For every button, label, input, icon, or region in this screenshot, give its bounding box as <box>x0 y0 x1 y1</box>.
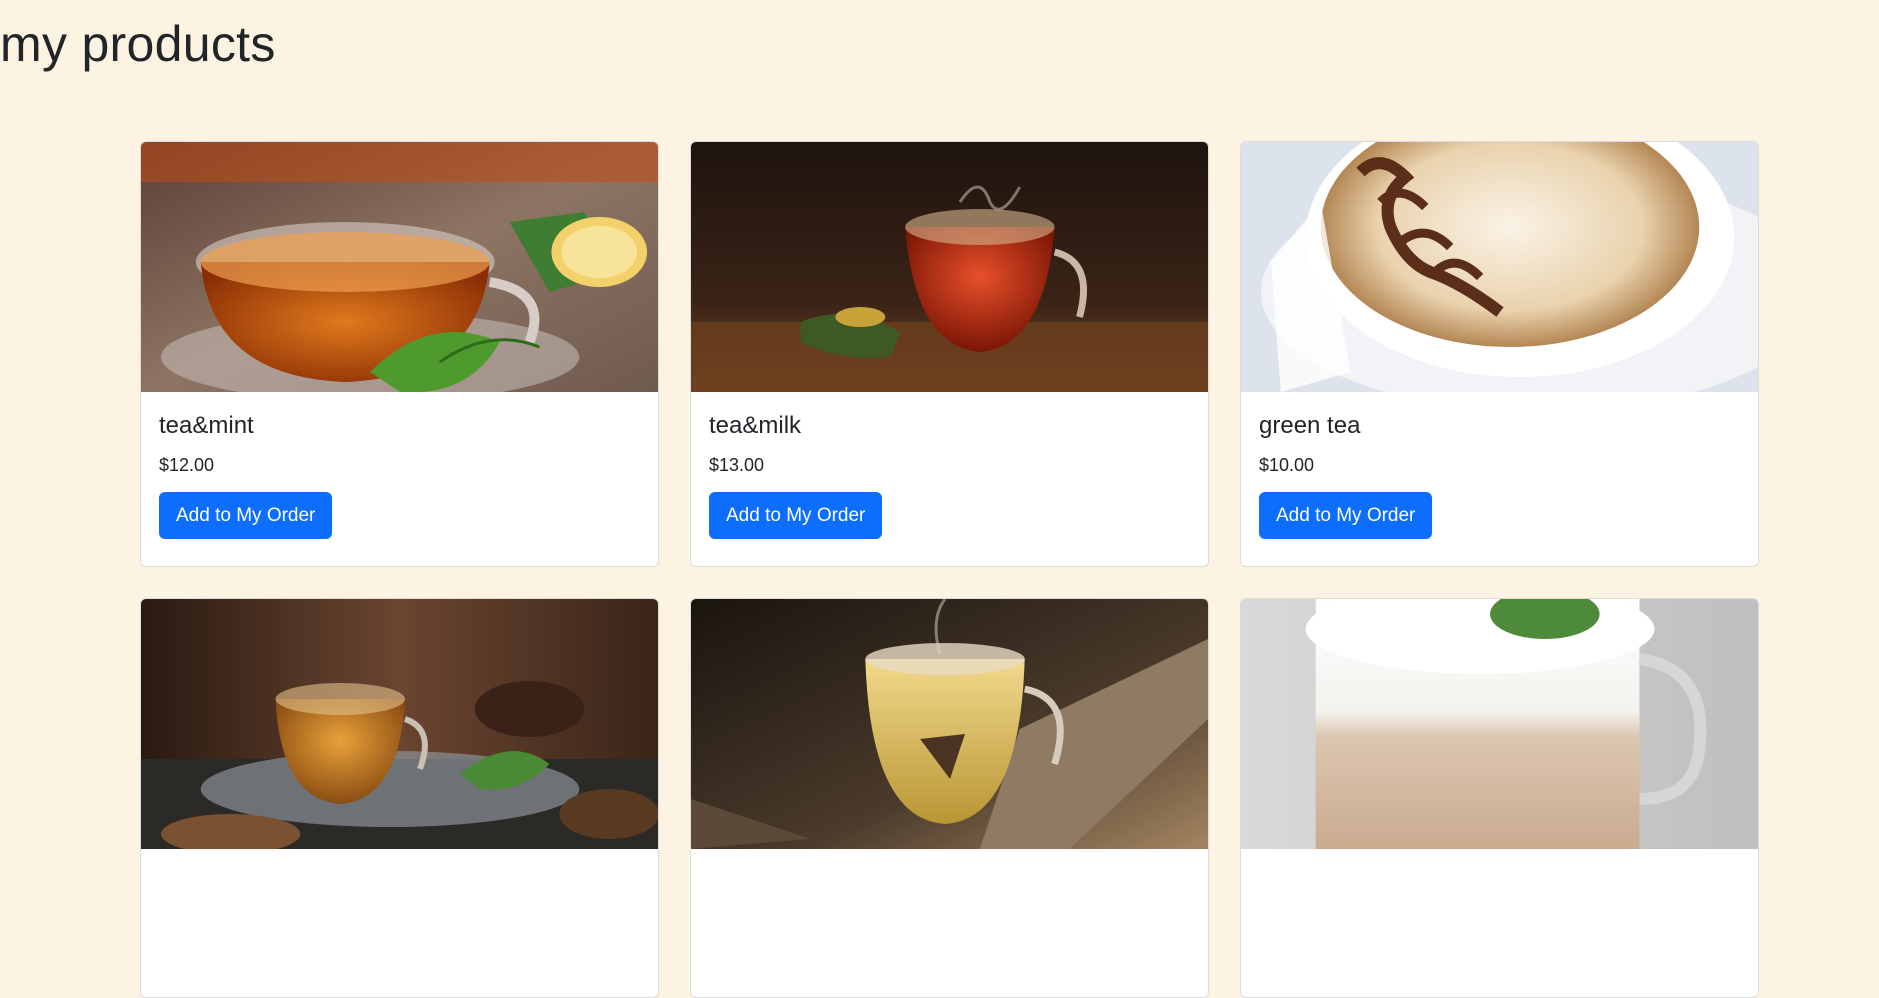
product-card: green tea $10.00 Add to My Order <box>1240 141 1759 567</box>
product-name: green tea <box>1259 412 1361 439</box>
product-image <box>1241 142 1758 392</box>
product-name: tea&mint <box>159 412 254 439</box>
product-image <box>691 142 1208 392</box>
add-to-order-button[interactable]: Add to My Order <box>159 492 333 539</box>
product-price: $12.00 <box>159 455 215 475</box>
product-grid: tea&mint $12.00 Add to My Order tea&milk… <box>140 141 1760 998</box>
add-to-order-button[interactable]: Add to My Order <box>709 492 883 539</box>
product-card <box>690 598 1209 998</box>
product-image <box>691 599 1208 849</box>
product-image <box>141 142 658 392</box>
product-price: $13.00 <box>709 455 765 475</box>
product-card: tea&mint $12.00 Add to My Order <box>140 141 659 567</box>
product-card <box>140 598 659 998</box>
product-price: $10.00 <box>1259 455 1315 475</box>
page-title: my products <box>0 16 276 72</box>
product-card <box>1240 598 1759 998</box>
product-name: tea&milk <box>709 412 802 439</box>
add-to-order-button[interactable]: Add to My Order <box>1259 492 1433 539</box>
product-image <box>1241 599 1758 849</box>
product-image <box>141 599 658 849</box>
product-card: tea&milk $13.00 Add to My Order <box>690 141 1209 567</box>
